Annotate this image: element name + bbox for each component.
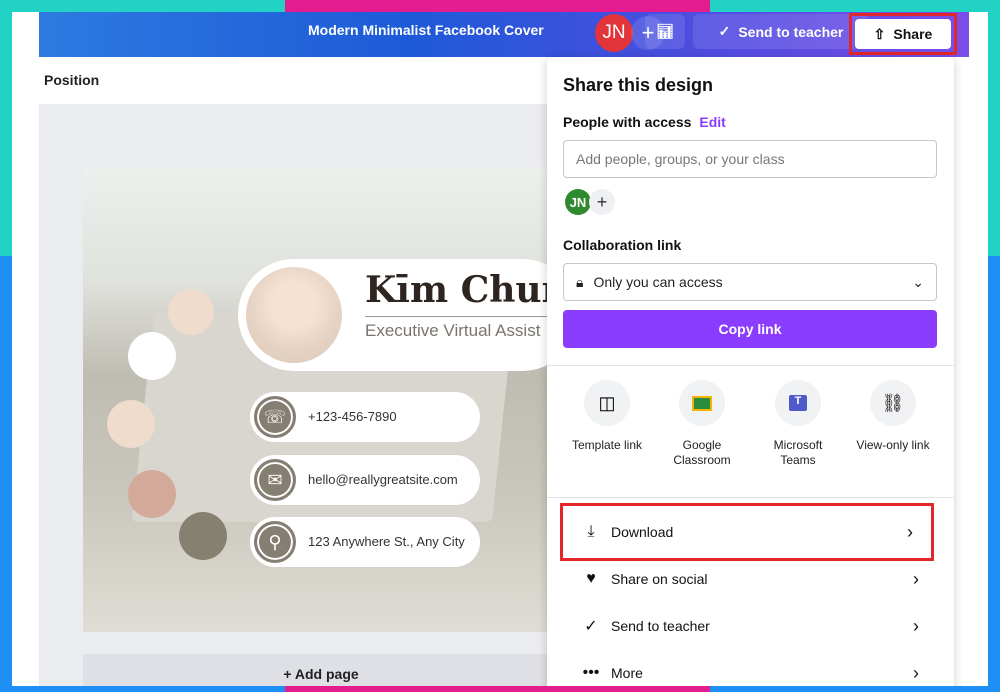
email-pill: ✉ hello@reallygreatsite.com	[250, 455, 480, 505]
copy-link-button[interactable]: Copy link	[563, 310, 937, 348]
send-to-teacher-label: Send to teacher	[738, 23, 844, 40]
share-label: Share	[893, 26, 933, 42]
design-role: Executive Virtual Assist	[365, 321, 541, 340]
option-label: Template link	[571, 438, 643, 452]
google-classroom-option[interactable]: Google Classroom	[654, 380, 750, 468]
google-classroom-icon	[679, 380, 725, 426]
download-label: Download	[611, 524, 674, 540]
option-label: Google Classroom	[673, 438, 731, 467]
chevron-right-icon: ›	[913, 615, 919, 636]
bar-chart-icon: 📊︎	[656, 23, 674, 39]
template-icon: ◫	[584, 380, 630, 426]
divider	[547, 497, 954, 498]
option-label: View-only link	[856, 438, 930, 452]
access-value: Only you can access	[593, 274, 723, 290]
top-bar: Modern Minimalist Facebook Cover JN + 📊︎…	[39, 12, 969, 57]
share-panel: Share this design People with access Edit…	[547, 57, 954, 686]
share-social-label: Share on social	[611, 571, 708, 587]
share-button-highlight: ⇧ Share	[849, 13, 957, 55]
phone-text: +123-456-7890	[308, 409, 397, 424]
decor-dot	[168, 289, 214, 335]
avatar[interactable]: JN	[595, 14, 633, 52]
lock-icon: 🔒︎	[576, 273, 584, 290]
people-with-access: People with access Edit	[563, 114, 726, 130]
send-to-teacher-row[interactable]: ✓ Send to teacher ›	[563, 603, 937, 649]
name-card: Kīm Chun Executive Virtual Assist	[238, 259, 553, 371]
mail-icon: ✉	[254, 459, 296, 501]
more-icon: •••	[582, 664, 600, 681]
collab-label: Collaboration link	[563, 237, 682, 253]
send-to-teacher-button[interactable]: ✓ Send to teacher	[693, 14, 869, 49]
add-member-button[interactable]: +	[589, 189, 615, 215]
more-row[interactable]: ••• More ›	[563, 650, 937, 686]
divider	[365, 316, 553, 317]
share-button[interactable]: ⇧ Share	[855, 19, 951, 49]
address-text: 123 Anywhere St., Any City	[308, 534, 465, 549]
design-title[interactable]: Modern Minimalist Facebook Cover	[308, 22, 544, 38]
canva-editor: Modern Minimalist Facebook Cover JN + 📊︎…	[12, 12, 988, 686]
chevron-right-icon: ›	[913, 662, 919, 683]
microsoft-teams-icon: T	[775, 380, 821, 426]
phone-icon: ☏	[254, 396, 296, 438]
decor-dot	[179, 512, 227, 560]
design-canvas[interactable]: Kīm Chun Executive Virtual Assist ☏ +123-…	[83, 167, 553, 632]
address-pill: ⚲ 123 Anywhere St., Any City	[250, 517, 480, 567]
microsoft-teams-option[interactable]: T Microsoft Teams	[750, 380, 846, 468]
member-avatar[interactable]: JN	[565, 189, 591, 215]
download-icon: ⤓	[587, 523, 595, 540]
decor-dot	[128, 470, 176, 518]
decor-dot	[107, 400, 155, 448]
upload-icon: ⇧	[873, 25, 886, 42]
template-link-option[interactable]: ◫ Template link	[559, 380, 655, 453]
insights-button[interactable]: 📊︎	[645, 14, 685, 49]
divider	[547, 365, 954, 366]
check-circle-icon: ✓	[718, 23, 731, 39]
check-circle-icon: ✓	[584, 618, 598, 635]
edit-link[interactable]: Edit	[699, 114, 725, 130]
chevron-right-icon: ›	[907, 521, 913, 542]
email-text: hello@reallygreatsite.com	[308, 472, 458, 487]
chevron-right-icon: ›	[913, 568, 919, 589]
decor-dot	[128, 332, 176, 380]
access-select[interactable]: 🔒︎ Only you can access ⌄	[563, 263, 937, 301]
heart-icon: ♥	[586, 570, 596, 587]
profile-photo	[246, 267, 342, 363]
more-label: More	[611, 665, 643, 681]
add-people-input[interactable]: Add people, groups, or your class	[563, 140, 937, 178]
link-icon: ⛓︎	[870, 380, 916, 426]
share-on-social-row[interactable]: ♥ Share on social ›	[563, 556, 937, 602]
frame-accent-top	[285, 0, 710, 12]
panel-title: Share this design	[563, 75, 714, 95]
add-page-button[interactable]: + Add page	[83, 654, 559, 686]
people-label: People with access	[563, 114, 692, 130]
position-label[interactable]: Position	[44, 72, 99, 88]
option-label: Microsoft Teams	[773, 438, 823, 467]
download-row[interactable]: ⤓ Download ›	[560, 503, 934, 561]
phone-pill: ☏ +123-456-7890	[250, 392, 480, 442]
view-only-link-option[interactable]: ⛓︎ View-only link	[845, 380, 941, 453]
location-pin-icon: ⚲	[254, 521, 296, 563]
design-name: Kīm Chun	[365, 269, 553, 311]
chevron-down-icon: ⌄	[912, 273, 924, 290]
send-teacher-label: Send to teacher	[611, 618, 710, 634]
